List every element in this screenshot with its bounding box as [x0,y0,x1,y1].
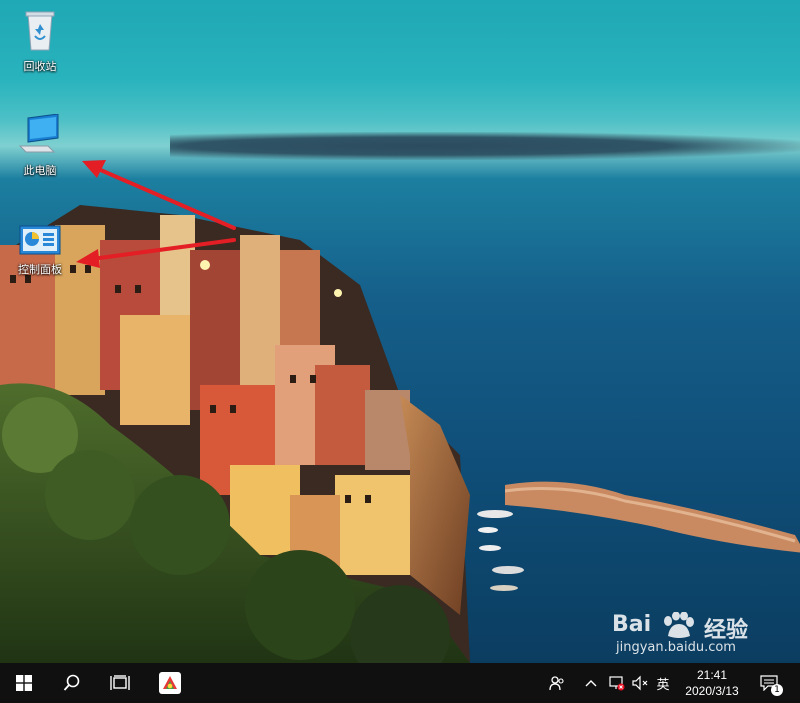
search-icon [63,674,80,691]
clock-date: 2020/3/13 [685,684,739,698]
network-disconnected-icon [609,676,625,691]
clock-time: 21:41 [696,668,728,682]
task-view-icon [110,675,130,690]
task-view-button[interactable] [97,663,143,703]
desktop-icon-this-pc[interactable]: 此电脑 [8,113,72,178]
this-pc-icon [18,113,59,153]
browser-app-icon [159,672,181,694]
desktop-icon-label: 控制面板 [18,263,62,276]
people-icon [549,676,564,691]
pinned-app-button[interactable] [147,663,193,703]
taskbar: 英 21:41 2020/3/13 [0,663,800,703]
wallpaper-cloud-band [170,132,800,160]
tray-network-button[interactable] [604,663,628,703]
windows-start-icon [16,675,32,691]
wallpaper-breakwater [505,481,800,553]
search-button[interactable] [49,663,95,703]
tray-volume-button[interactable] [628,663,652,703]
watermark-brand: Bai [612,612,652,637]
tray-clock[interactable]: 21:41 2020/3/13 [672,667,752,699]
desktop-icon-label: 回收站 [23,60,57,73]
wallpaper-boats [477,510,524,591]
chevron-up-icon [585,680,597,687]
desktop-icon-control-panel[interactable]: 控制面板 [8,225,72,277]
start-button[interactable] [1,663,47,703]
recycle-bin-icon [25,11,55,51]
desktop-wallpaper: 回收站 此电脑 控制面板 Bai 经验 jingyan.baidu.com [0,0,800,663]
desktop-icon-label: 此电脑 [23,164,57,177]
tray-people-button[interactable] [544,663,570,703]
baidu-watermark: Bai 经验 jingyan.baidu.com [612,612,797,660]
desktop-icon-recycle-bin[interactable]: 回收站 [8,8,72,74]
volume-muted-icon [632,675,648,691]
notification-count-badge: 1 [771,684,783,696]
tray-ime-button[interactable]: 英 [652,663,674,703]
action-center-button[interactable] [755,663,783,703]
ime-label: 英 [656,677,670,693]
control-panel-icon [19,225,61,255]
watermark-url: jingyan.baidu.com [616,640,736,655]
tray-overflow-button[interactable] [580,663,602,703]
paw-icon [664,612,694,638]
